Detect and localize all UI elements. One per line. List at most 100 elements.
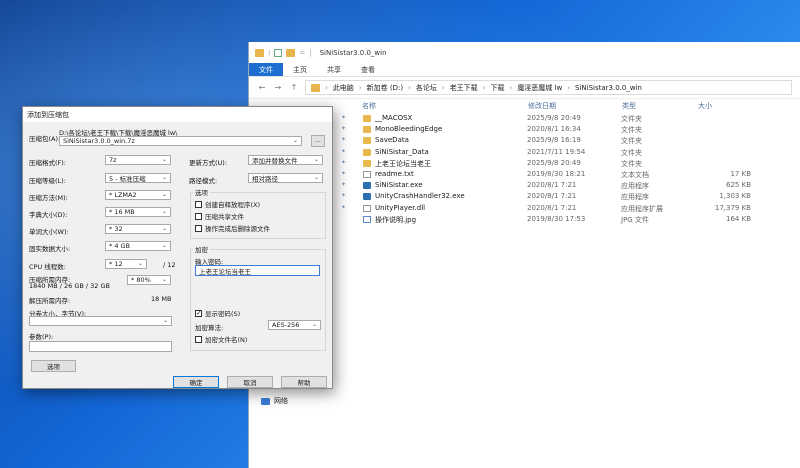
pin-icon: ✦ bbox=[341, 181, 347, 189]
encrypt-names-checkbox[interactable]: 加密文件名(N) bbox=[195, 334, 247, 344]
dict-combo[interactable]: * 16 MB ⌄ bbox=[105, 207, 171, 217]
file-row[interactable]: ✦ SiNiSistar.exe 2020/8/1 7:21 应用程序 625 KB bbox=[341, 181, 800, 192]
chevron-down-icon: ⌄ bbox=[161, 208, 167, 215]
column-size[interactable]: 大小 bbox=[698, 101, 712, 111]
file-row[interactable]: ✦ readme.txt 2019/8/30 18:21 文本文档 17 KB bbox=[341, 170, 800, 181]
file-date: 2025/9/8 16:19 bbox=[527, 136, 581, 145]
delete-after-checkbox[interactable]: 操作完成后删除源文件 bbox=[195, 223, 270, 233]
solid-combo[interactable]: * 4 GB ⌄ bbox=[105, 241, 171, 251]
breadcrumb-this-pc[interactable]: 此电脑 bbox=[333, 83, 354, 93]
archive-name-combo[interactable]: SiNiSistar3.0.0_win.7z ⌄ bbox=[59, 136, 302, 146]
browse-button[interactable]: ... bbox=[311, 135, 325, 147]
show-password-checkbox[interactable]: 显示密码(S) bbox=[195, 308, 240, 318]
column-header: 名称 修改日期 类型 大小 bbox=[362, 99, 800, 113]
encrypt-group-title: 加密 bbox=[193, 244, 210, 254]
options-button[interactable]: 选项 bbox=[31, 360, 76, 372]
help-button[interactable]: 帮助 bbox=[281, 376, 327, 388]
file-date: 2020/8/1 7:21 bbox=[527, 181, 577, 190]
password-input[interactable]: 上老王论坛当老王 bbox=[195, 265, 320, 276]
nav-item-label: 网络 bbox=[274, 397, 288, 405]
file-type: JPG 文件 bbox=[621, 215, 649, 224]
file-name: SiNiSistar.exe bbox=[375, 181, 423, 190]
file-name: __MACOSX bbox=[375, 114, 413, 122]
format-combo[interactable]: 7z ⌄ bbox=[105, 155, 171, 165]
breadcrumb-forums[interactable]: 各论坛 bbox=[416, 83, 437, 93]
tab-view[interactable]: 查看 bbox=[351, 63, 385, 76]
file-row[interactable]: ✦ SiNiSistar_Data 2021/7/11 19:54 文件夹 bbox=[341, 148, 800, 159]
options-group-title: 选项 bbox=[193, 187, 210, 197]
breadcrumb-current[interactable]: SiNiSistar3.0.0_win bbox=[575, 84, 642, 92]
nav-item-network[interactable]: 网络 bbox=[261, 396, 288, 406]
folder-icon bbox=[363, 137, 371, 145]
network-icon bbox=[261, 397, 270, 405]
file-date: 2021/7/11 19:54 bbox=[527, 147, 586, 156]
tab-home[interactable]: 主页 bbox=[283, 63, 317, 76]
column-name[interactable]: 名称 bbox=[362, 101, 376, 111]
chevron-down-icon: ⌄ bbox=[161, 191, 167, 198]
text-file-icon bbox=[363, 170, 371, 178]
file-type: 文件夹 bbox=[621, 159, 642, 168]
mem-percent-combo[interactable]: * 80% ⌄ bbox=[127, 275, 171, 285]
encrypt-method-combo[interactable]: AES-256 ⌄ bbox=[268, 320, 321, 330]
breadcrumb-laowang[interactable]: 老王下载 bbox=[450, 83, 478, 93]
level-label: 压缩等级(L): bbox=[29, 177, 66, 185]
file-row[interactable]: 操作说明.jpg 2019/8/30 17:53 JPG 文件 164 KB bbox=[341, 215, 800, 226]
column-date[interactable]: 修改日期 bbox=[528, 101, 556, 111]
tab-file[interactable]: 文件 bbox=[249, 63, 283, 76]
ok-button[interactable]: 确定 bbox=[173, 376, 219, 388]
file-name: MonoBleedingEdge bbox=[375, 125, 443, 134]
folder-icon bbox=[363, 159, 371, 167]
shared-files-checkbox[interactable]: 压缩共享文件 bbox=[195, 211, 244, 221]
folder-icon bbox=[363, 126, 371, 134]
properties-icon[interactable] bbox=[274, 48, 283, 57]
sfx-checkbox[interactable]: 创建自释放程序(X) bbox=[195, 199, 260, 209]
chevron-down-icon: ⌄ bbox=[161, 225, 167, 232]
level-combo[interactable]: 5 - 标准压缩 ⌄ bbox=[105, 173, 171, 183]
column-type[interactable]: 类型 bbox=[622, 101, 636, 111]
file-type: 文件夹 bbox=[621, 137, 642, 146]
file-date: 2019/8/30 18:21 bbox=[527, 169, 586, 178]
update-combo[interactable]: 添加并替换文件 ⌄ bbox=[248, 155, 323, 165]
file-type: 应用程序扩展 bbox=[621, 204, 663, 213]
threads-combo[interactable]: * 12 ⌄ bbox=[105, 259, 147, 269]
file-row[interactable]: ✦ 上老王论坛当老王 2025/9/8 20:49 文件夹 bbox=[341, 159, 800, 170]
file-row[interactable]: ✦ MonoBleedingEdge 2020/8/1 16:34 文件夹 bbox=[341, 125, 800, 136]
cancel-button[interactable]: 取消 bbox=[227, 376, 273, 388]
exe-icon bbox=[363, 182, 371, 190]
file-type: 文件夹 bbox=[621, 115, 642, 123]
dll-icon bbox=[363, 204, 371, 212]
dict-label: 字典大小(D): bbox=[29, 211, 68, 219]
breadcrumb-drive[interactable]: 新加卷 (D:) bbox=[367, 83, 403, 93]
file-name: readme.txt bbox=[375, 169, 414, 178]
file-type: 文件夹 bbox=[621, 126, 642, 135]
chevron-down-icon: ⌄ bbox=[311, 321, 317, 328]
word-combo[interactable]: * 32 ⌄ bbox=[105, 224, 171, 234]
file-row[interactable]: ✦ SaveData 2025/9/8 16:19 文件夹 bbox=[341, 136, 800, 147]
method-combo[interactable]: * LZMA2 ⌄ bbox=[105, 190, 171, 200]
file-name: 操作说明.jpg bbox=[375, 215, 417, 224]
params-input[interactable] bbox=[29, 341, 172, 352]
pathmode-label: 路径模式: bbox=[189, 177, 218, 185]
pin-icon: ✦ bbox=[341, 158, 347, 166]
tab-share[interactable]: 共享 bbox=[317, 63, 351, 76]
file-name: SaveData bbox=[375, 136, 409, 145]
breadcrumb-download[interactable]: 下载 bbox=[491, 83, 505, 93]
file-date: 2025/9/8 20:49 bbox=[527, 158, 581, 167]
mem-comp-value: 1840 MB / 26 GB / 32 GB bbox=[29, 282, 110, 290]
threads-max: / 12 bbox=[163, 261, 176, 269]
file-date: 2019/8/30 17:53 bbox=[527, 214, 586, 223]
pathmode-combo[interactable]: 相对路径 ⌄ bbox=[248, 173, 323, 183]
forward-button[interactable]: → bbox=[273, 83, 283, 92]
file-row[interactable]: ✦ UnityCrashHandler32.exe 2020/8/1 7:21 应用程… bbox=[341, 192, 800, 203]
split-combo[interactable]: ⌄ bbox=[29, 316, 172, 326]
breadcrumb-game[interactable]: 魔淫恶魔城 lw bbox=[517, 83, 562, 93]
threads-label: CPU 线程数: bbox=[29, 263, 66, 271]
back-button[interactable]: ← bbox=[257, 83, 267, 92]
chevron-down-icon: ⌄ bbox=[161, 156, 167, 163]
new-folder-icon[interactable] bbox=[286, 48, 296, 57]
file-row[interactable]: ✦ __MACOSX 2025/9/8 20:49 文件夹 bbox=[341, 114, 800, 125]
address-bar[interactable]: › 此电脑 › 新加卷 (D:) › 各论坛 › 老王下载 › 下载 › 魔淫恶… bbox=[305, 80, 792, 95]
file-row[interactable]: ✦ UnityPlayer.dll 2020/8/1 7:21 应用程序扩展 17,37… bbox=[341, 204, 800, 215]
file-name: UnityPlayer.dll bbox=[375, 203, 426, 212]
up-button[interactable]: ↑ bbox=[289, 83, 299, 92]
